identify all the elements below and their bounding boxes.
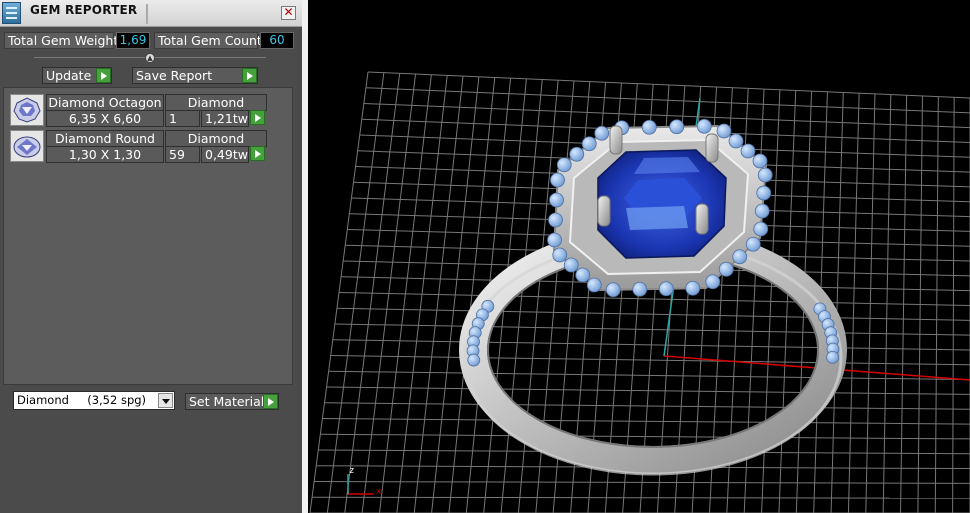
gem-name: Diamond Octagon [46,94,164,111]
gem-count: 59 [165,146,200,163]
update-button[interactable]: Update [42,67,112,84]
gem-reporter-panel: GEM REPORTER ✕ Total Gem Weight 1,69 Tot… [0,0,302,513]
axis-gizmo: x z [344,466,384,498]
total-gem-count-value: 60 [260,32,294,49]
gem-row-arrow-icon[interactable] [250,146,265,161]
update-arrow-icon[interactable] [96,68,111,83]
title-bar: GEM REPORTER ✕ [0,0,302,27]
axis-x-label: x [376,487,382,497]
round-gem-icon [10,130,44,162]
update-button-label: Update [46,68,92,83]
window-title: GEM REPORTER [30,3,138,17]
material-select-value: Diamond (3,52 spg) [17,393,147,407]
gem-weight: 0,49tw [201,146,249,163]
octagon-gem-icon [10,94,44,126]
total-gem-count-label: Total Gem Count [154,32,262,49]
gem-size: 6,35 X 6,60 [46,110,164,127]
gem-size: 1,30 X 1,30 [46,146,164,163]
save-report-button[interactable]: Save Report [132,67,258,84]
gem-weight: 1,21tw [201,110,249,127]
total-gem-weight-label: Total Gem Weight [4,32,118,49]
gem-reporter-icon [2,2,21,24]
total-gem-weight-value: 1,69 [116,32,150,49]
save-report-button-label: Save Report [136,68,213,83]
material-select[interactable]: Diamond (3,52 spg) [13,391,175,410]
title-separator [146,4,148,24]
gem-material: Diamond [165,94,267,111]
axis-z-label: z [349,466,355,476]
chevron-down-icon[interactable] [158,393,173,408]
save-report-arrow-icon[interactable] [242,68,257,83]
3d-viewport[interactable]: x z [308,0,970,513]
viewport-canvas [309,71,970,513]
set-material-button[interactable]: Set Material [185,393,279,410]
gem-count: 1 [165,110,200,127]
set-material-arrow-icon[interactable] [263,394,278,409]
gem-row-arrow-icon[interactable] [250,110,265,125]
close-icon[interactable]: ✕ [281,6,296,20]
gem-material: Diamond [165,130,267,147]
gem-name: Diamond Round [46,130,164,147]
set-material-button-label: Set Material [189,394,265,409]
collapse-handle-icon[interactable]: ▲ [145,53,155,63]
